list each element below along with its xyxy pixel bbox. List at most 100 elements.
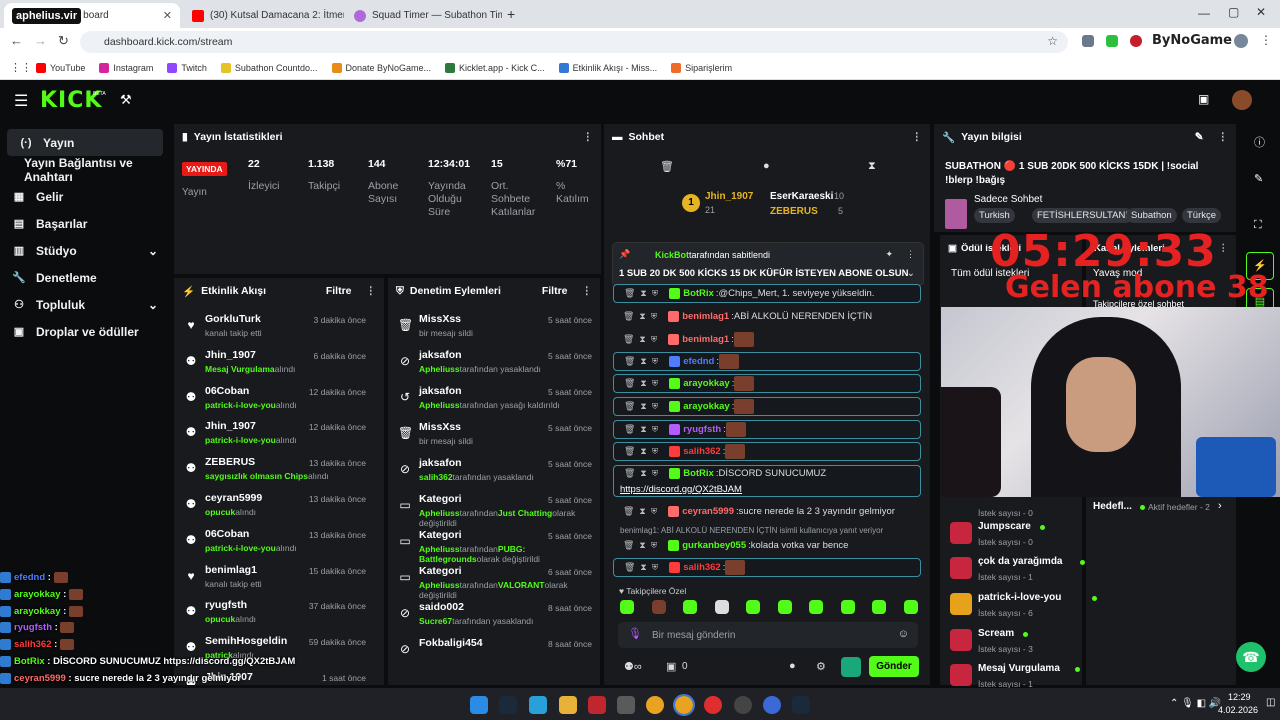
chat-username[interactable]: benimlag1 [682,334,729,345]
message-tools[interactable]: 🗑⧗⛨ [624,424,663,435]
message-tools[interactable]: 🗑⧗⛨ [624,562,663,573]
moderation-item[interactable]: ⊘ Fokbaligi454 8 saat önce [388,634,600,670]
message-tools[interactable]: 🗑⧗⛨ [623,540,662,551]
reload-icon[interactable]: ↻ [58,33,69,49]
tag[interactable]: FETİSHLERSULTANI [1032,208,1133,223]
chat-message[interactable]: 🗑⧗⛨ efednd: [613,352,921,371]
emote-button[interactable] [777,600,792,614]
message-tools[interactable]: 🗑⧗⛨ [624,288,663,299]
emote-button[interactable] [683,600,697,614]
notification-icon[interactable]: ◫ [1266,697,1275,708]
emote-button[interactable] [620,600,634,614]
send-button[interactable]: Gönder [869,656,919,677]
bookmark[interactable]: YouTube [36,62,85,73]
app-icon[interactable] [704,696,722,714]
emote-button[interactable] [714,600,729,614]
activity-item[interactable]: ♥ benimlag1 kanalı takip etti 15 dakika önc… [174,561,374,597]
unpin-icon[interactable]: ✦ [885,249,893,260]
bookmark[interactable]: Siparişlerim [671,62,732,73]
bookmark[interactable]: Instagram [99,62,153,73]
reward-item[interactable]: patrick-i-love-you İstek sayısı - 6 [950,590,1097,626]
emote-button[interactable] [903,600,918,614]
minimize-icon[interactable]: — [1198,6,1210,20]
chevron-right-icon[interactable]: › [1218,500,1222,512]
chat-message[interactable]: 🗑⧗⛨ ceyran5999: sucre nerede la 2 3 yayın… [613,502,921,521]
moderation-item[interactable]: ⊘ jaksafon salih362tarafından yasaklandı 5 … [388,454,600,490]
activity-item[interactable]: ⚉ Jhin_1907 patrick-i-love-youalındı 12 dak… [174,417,374,453]
bookmark[interactable]: Etkinlik Akışı - Miss... [558,62,657,73]
points-icon[interactable]: ⚉∞ [624,660,642,673]
hamburger-icon[interactable]: ☰ [14,91,28,111]
pencil-icon[interactable]: ✎ [1195,131,1204,143]
tag[interactable]: Türkçe [1182,208,1222,223]
avatar[interactable] [1232,90,1252,110]
sidebar-item-basarilar[interactable]: ▤ Başarılar [0,210,170,237]
hammer-icon[interactable]: ⚒ [120,92,132,108]
emote-button[interactable] [746,600,760,614]
obs-icon[interactable] [734,696,752,714]
sidebar-item-droplar[interactable]: ▣ Droplar ve ödüller [0,318,170,345]
gear-icon[interactable]: ⚙ [816,660,826,673]
app-icon[interactable] [529,696,547,714]
message-tools[interactable]: 🗑⧗⛨ [624,446,663,457]
chrome-icon[interactable] [673,694,695,716]
emoji-icon[interactable]: ☺ [898,628,909,640]
extension-icon[interactable] [1130,35,1142,47]
steam-icon[interactable] [792,696,810,714]
fullscreen-icon[interactable]: ⛶ [1254,219,1262,232]
chevron-down-icon[interactable]: ⌄ [907,268,915,279]
kicklet-icon[interactable] [841,657,861,677]
filter-button[interactable]: Filtre [326,285,352,297]
moderation-item[interactable]: 🗑 MissXss bir mesajı sildi 5 saat önce [388,310,600,346]
tab-youtube[interactable]: (30) Kutsal Damacana 2: İtmen ✕ [184,3,344,28]
bookmark[interactable]: Kicklet.app - Kick C... [445,62,545,73]
tag[interactable]: Subathon [1126,208,1177,223]
chat-message[interactable]: 🗑⧗⛨ salih362: [613,442,921,461]
activity-item[interactable]: ♥ GorkluTurk kanalı takip etti 3 dakika önc… [174,310,374,346]
support-icon[interactable]: ☎ [1236,642,1266,672]
app-icon[interactable] [763,696,781,714]
reward-item[interactable]: Jumpscare İstek sayısı - 0 [950,519,1080,555]
bookmark[interactable]: Subathon Countdo... [220,62,318,73]
emote-button[interactable] [872,600,886,614]
bookmark[interactable]: Twitch [167,62,207,73]
activity-item[interactable]: ⚉ ryugfsth opucukalındı 37 dakika önce [174,596,374,632]
message-tools[interactable]: 🗑⧗⛨ [624,468,663,479]
chat-username[interactable]: arayokkay [683,401,729,412]
activity-item[interactable]: ⚉ ZEBERUS saygısızlık olmasın Chipsalındı 1… [174,453,374,489]
hourglass-icon[interactable]: ⧗ [868,160,876,173]
profile-avatar[interactable] [1234,34,1248,48]
chat-message[interactable]: 🗑⧗⛨ BotRix: DİSCORD SUNUCUMUZ https://disc… [613,465,921,497]
tray-icons[interactable]: ⌃ 🎙 ◧ 🔊 [1170,698,1221,709]
chat-link[interactable]: https://discord.gg/QX2tBJAM [620,484,742,495]
chat-username[interactable]: gurkanbey055 [682,540,746,551]
chat-message[interactable]: 🗑⧗⛨ benimlag1: ABİ ALKOLÜ NERENDEN İÇTİN [613,307,921,326]
emote-button[interactable] [809,600,823,614]
star-icon[interactable]: ☆ [1047,34,1058,48]
more-icon[interactable]: ⋮ [906,249,915,260]
menu-icon[interactable]: ⋮ [1260,33,1272,47]
moderation-item[interactable]: 🗑 MissXss bir mesajı sildi 5 saat önce [388,418,600,454]
emote-button[interactable] [840,600,855,614]
back-icon[interactable]: ← [10,33,23,48]
activity-item[interactable]: ⚉ Jhin_1907 Mesaj Vurgulamaalındı 6 dakika … [174,346,374,382]
more-icon[interactable]: ⋮ [1218,131,1229,143]
url-input[interactable]: dashboard.kick.com/stream ☆ [80,31,1068,53]
chrome-icon[interactable] [646,696,664,714]
tab-squad-timer[interactable]: Squad Timer — Subathon Time ✕ [346,3,502,28]
mic-icon[interactable]: 🎙 [628,627,642,640]
reward-item[interactable]: Scream İstek sayısı - 3 [950,626,1080,662]
new-tab-icon[interactable]: + [507,6,515,22]
chat-input[interactable]: 🎙 Bir mesaj gönderin ☺ [618,622,918,648]
bookmark[interactable]: Donate ByNoGame... [331,62,431,73]
more-icon[interactable]: ⋮ [582,285,593,297]
chat-message[interactable]: 🗑⧗⛨ gurkanbey055: kolada votka var bence [613,536,921,555]
tab-kick-dashboard[interactable]: aphelius.vir board ✕ [4,3,180,28]
chat-username[interactable]: benimlag1 [682,311,729,322]
sidebar-item-gelir[interactable]: ▦ Gelir [0,183,170,210]
chat-username[interactable]: BotRix [683,468,714,479]
studio-icon[interactable]: ▣ [1198,92,1209,106]
chat-username[interactable]: ceyran5999 [682,506,734,517]
message-tools[interactable]: 🗑⧗⛨ [624,356,663,367]
message-tools[interactable]: 🗑⧗⛨ [623,506,662,517]
